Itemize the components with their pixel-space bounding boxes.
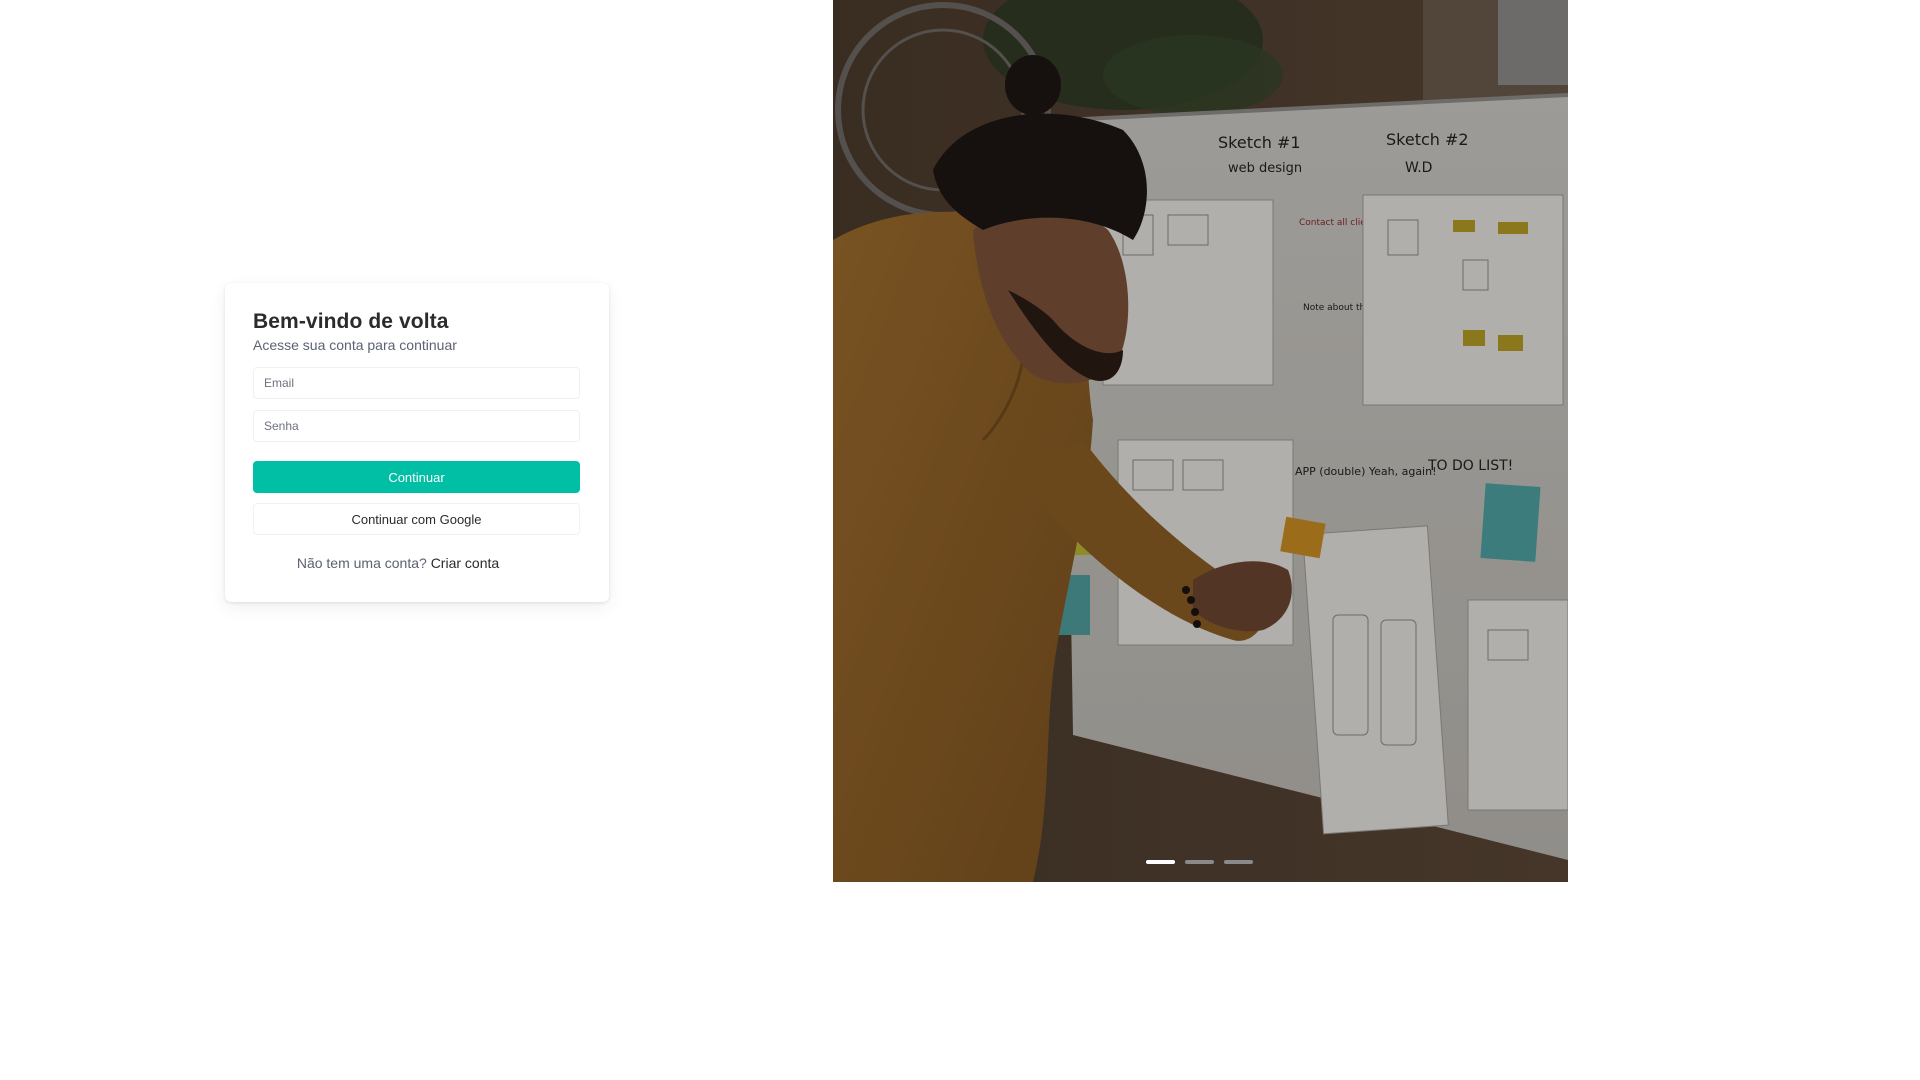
google-signin-button[interactable]: Continuar com Google xyxy=(253,503,580,535)
login-title: Bem-vindo de volta xyxy=(253,310,449,333)
signup-prompt-text: Não tem uma conta? xyxy=(296,555,427,571)
carousel-dot-3[interactable] xyxy=(1224,860,1253,864)
designer-at-whiteboard-photo: Sketch #1 web design Sketch #2 W.D TO DO… xyxy=(833,0,1568,882)
login-card: Bem-vindo de volta Acesse sua conta para… xyxy=(225,283,609,602)
login-subtitle: Acesse sua conta para continuar xyxy=(253,337,457,353)
hero-image-pane: Sketch #1 web design Sketch #2 W.D TO DO… xyxy=(833,0,1568,882)
carousel-dot-2[interactable] xyxy=(1185,860,1214,864)
continue-button[interactable]: Continuar xyxy=(253,461,580,493)
carousel-dot-1[interactable] xyxy=(1146,860,1175,864)
hero-carousel-indicators xyxy=(1146,860,1253,864)
create-account-link[interactable]: Criar conta xyxy=(431,555,499,571)
password-input[interactable] xyxy=(253,410,580,442)
email-input[interactable] xyxy=(253,367,580,399)
login-page: Bem-vindo de volta Acesse sua conta para… xyxy=(0,0,1568,882)
signup-prompt-line: Não tem uma conta? Criar conta xyxy=(225,555,571,571)
login-pane: Bem-vindo de volta Acesse sua conta para… xyxy=(0,0,833,882)
